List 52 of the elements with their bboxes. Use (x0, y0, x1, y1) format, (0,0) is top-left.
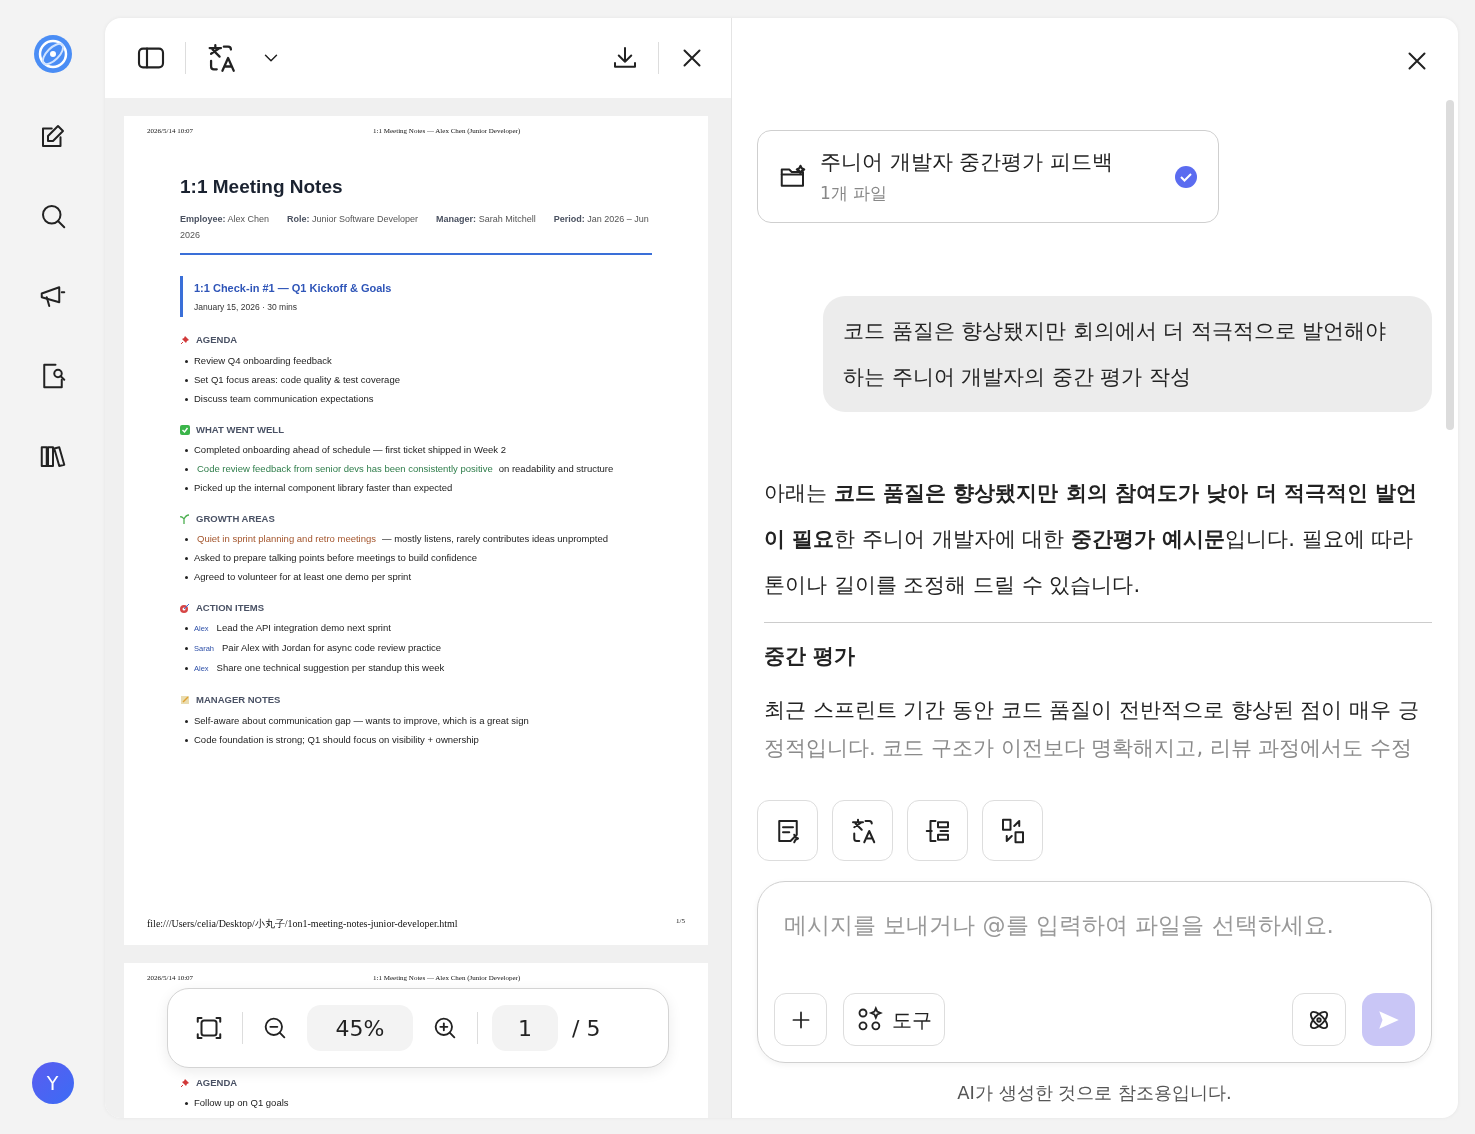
tools-button[interactable]: 도구 (843, 993, 945, 1046)
compare-button[interactable] (982, 800, 1043, 861)
file-path: file:///Users/celia/Desktop/小丸子/1on1-meeting-notes-junior-developer.html (147, 917, 458, 931)
list-item-text: Asked to prepare talking points before meetings to build confidence (194, 551, 478, 565)
section-heading: AGENDA (196, 1075, 238, 1090)
list-item-text: Set Q1 focus areas: code quality & test coverage (194, 372, 400, 387)
page-input[interactable]: 1 (492, 1005, 558, 1051)
list-item-text: Self-aware about communication gap — wants to improve, which is a great sign (194, 713, 529, 728)
add-button[interactable] (774, 993, 827, 1046)
checkin-title: 1:1 Check-in #1 — Q1 Kickoff & Goals (194, 281, 393, 296)
list-item-text: Review Q4 onboarding feedback (194, 353, 332, 368)
sprout-icon (180, 513, 190, 524)
document-title: 1:1 Meeting Notes (180, 174, 344, 199)
answer-paragraph: 최근 스프린트 기간 동안 코드 품질이 전반적으로 향상된 점이 매우 긍 (764, 696, 1420, 724)
checkbox-icon (180, 424, 190, 435)
message-input[interactable]: 메시지를 보내거나 @를 입력하여 파일을 선택하세요. (774, 908, 1415, 943)
outline-button[interactable] (907, 800, 968, 861)
pin-icon (180, 335, 190, 346)
list-item-text: Code review feedback from senior devs has been consistently positive on readability and structure (196, 461, 614, 476)
avatar-button[interactable]: Y (31, 1062, 74, 1104)
pin-icon (180, 1077, 190, 1088)
section-heading: MANAGER NOTES (196, 693, 281, 708)
scrollbar[interactable] (1446, 100, 1454, 430)
checkin-date: January 15, 2026 · 30 mins (194, 300, 298, 314)
list-item-text: Picked up the internal component library faster than expected (194, 480, 453, 495)
file-card[interactable]: 주니어 개발자 중간평가 피드백 1개 파일 (757, 130, 1219, 223)
section-heading: WHAT WENT WELL (196, 422, 284, 437)
answer-heading: 중간 평가 (764, 643, 857, 670)
summarize-button[interactable] (757, 800, 818, 861)
list-item-text: Agreed to volunteer for at least one demo per sprint (194, 570, 412, 584)
list-item-text: Discuss team communication expectations (194, 391, 374, 406)
disclaimer: AI가 생성한 것으로 참조용입니다. (956, 1081, 1233, 1105)
answer-paragraph: 아래는 코드 품질은 향상됐지만 회의 참여도가 낮아 더 적극적인 발언이 필요한 주니어 개발자에 대한 중간평가 예시문입니다. 필요에 따라 톤이나 길이를 조정해 드릴 수 있습니다. (764, 480, 1419, 599)
page-total: / 5 (572, 1014, 601, 1043)
zoom-level: 45% (307, 1005, 413, 1051)
user-message: 코드 품질은 향상됐지만 회의에서 더 적극적으로 발언해야 하는 주니어 개발자의 중간 평가 작성 (823, 296, 1432, 412)
app-logo[interactable] (32, 34, 73, 74)
atom-button[interactable] (1292, 993, 1346, 1046)
list-item-text: Quiet in sprint planning and retro meetings — mostly listens, rarely contributes ideas unprompted (196, 532, 609, 546)
list-item-text: Follow up on Q1 goals (194, 1095, 289, 1110)
list-item-text: Code foundation is strong; Q1 should focus on visibility + ownership (194, 732, 479, 747)
translate-button[interactable] (832, 800, 893, 861)
list-item-text: Completed onboarding ahead of schedule — first ticket shipped in Week 2 (194, 442, 506, 457)
section-heading: AGENDA (196, 333, 238, 348)
section-heading: GROWTH AREAS (196, 511, 275, 526)
document-meta: Employee: Alex Chen Role: Junior Software Developer Manager: Sarah Mitchell Period: Jan 2026 – Jun 2026 (180, 211, 652, 255)
section-heading: ACTION ITEMS (196, 601, 265, 615)
memo-icon (180, 695, 190, 706)
file-card-subtitle: 1개 파일 (820, 181, 889, 205)
faded-answer-line: 정적입니다. 코드 구조가 이전보다 명확해지고, 리뷰 과정에서도 수정 (764, 734, 1414, 762)
target-icon (180, 603, 190, 614)
file-card-title: 주니어 개발자 중간평가 피드백 (820, 149, 1115, 176)
